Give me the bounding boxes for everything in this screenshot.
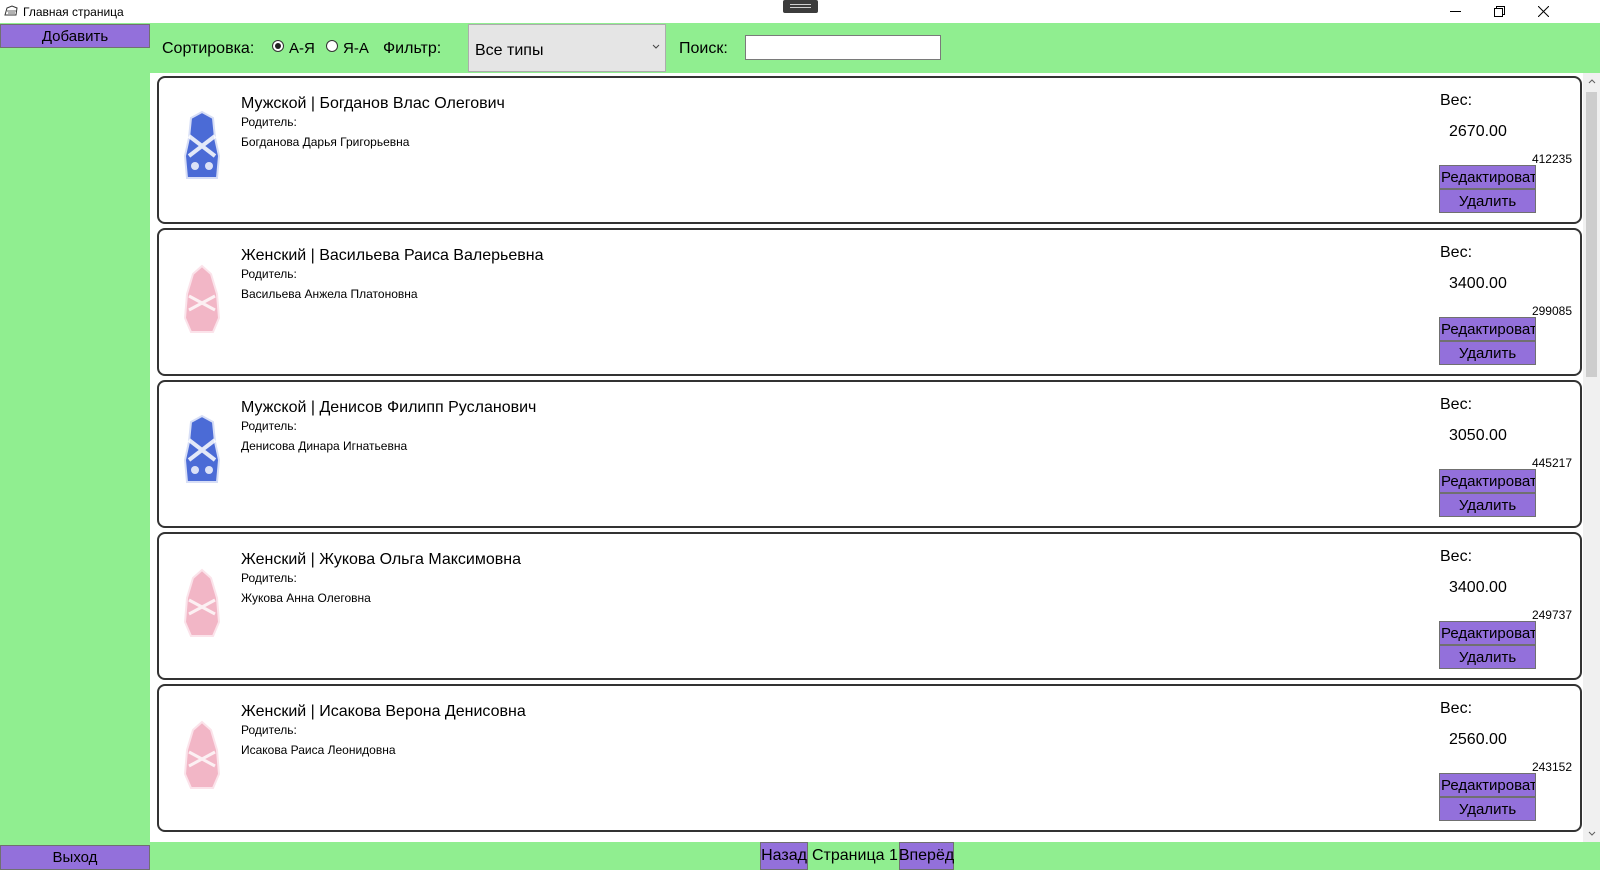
child-photo [183,110,221,179]
weight-value: 3400.00 [1449,275,1507,292]
search-label: Поиск: [679,40,728,57]
list-item: Мужской | Денисов Филипп Русланович Роди… [157,380,1582,528]
edit-button[interactable]: Редактировать [1439,165,1536,189]
back-button[interactable]: Назад [760,842,808,870]
delete-button[interactable]: Удалить [1439,341,1536,365]
filter-select[interactable]: Все типы [468,24,666,72]
minimize-icon [1449,11,1461,12]
edit-button[interactable]: Редактировать [1439,317,1536,341]
list-item: Женский | Жукова Ольга Максимовна Родите… [157,532,1582,680]
parent-label: Родитель: [241,267,297,281]
title-bar: Главная страница [0,0,1600,23]
close-icon [1537,6,1549,17]
child-photo [183,720,221,789]
radio-selected-icon [272,39,284,52]
filter-label: Фильтр: [383,40,442,57]
parent-name: Богданова Дарья Григорьевна [241,135,410,149]
child-name: Женский | Исакова Верона Денисовна [241,703,526,720]
vertical-scrollbar[interactable] [1583,73,1600,842]
parent-name: Исакова Раиса Леонидовна [241,743,396,757]
sort-desc-label: Я-А [343,40,369,57]
sort-label: Сортировка: [162,40,255,57]
app-icon [4,5,18,16]
child-photo [183,568,221,637]
weight-label: Вес: [1440,244,1473,261]
page-indicator: Страница 1 [812,847,898,864]
child-name: Мужской | Денисов Филипп Русланович [241,399,537,416]
list-item: Женский | Исакова Верона Денисовна Родит… [157,684,1582,832]
item-code: 445217 [1531,456,1572,470]
item-code: 412235 [1531,152,1572,166]
weight-label: Вес: [1440,548,1473,565]
photo-shape [183,720,221,789]
parent-label: Родитель: [241,115,297,129]
add-button[interactable]: Добавить [0,24,150,48]
scroll-down-button[interactable] [1583,825,1600,842]
edit-button[interactable]: Редактировать [1439,621,1536,645]
children-list[interactable]: Мужской | Богданов Влас Олегович Родител… [150,73,1600,842]
edit-button[interactable]: Редактировать [1439,469,1536,493]
radio-unselected-icon [326,39,338,52]
weight-label: Вес: [1440,700,1473,717]
restore-icon [1493,6,1505,17]
child-photo [183,414,221,483]
search-input[interactable] [745,35,941,60]
list-item: Мужской | Богданов Влас Олегович Родител… [157,76,1582,224]
child-name: Женский | Жукова Ольга Максимовна [241,551,521,568]
exit-button[interactable]: Выход [0,845,150,870]
chevron-up-icon [1588,79,1595,84]
list-item: Женский | Васильева Раиса Валерьевна Род… [157,228,1582,376]
weight-value: 3050.00 [1449,427,1507,444]
filter-value: Все типы [475,42,544,59]
child-name: Женский | Васильева Раиса Валерьевна [241,247,544,264]
pagination-bar: Назад Страница 1 Вперёд [150,842,1600,870]
weight-label: Вес: [1440,396,1473,413]
scroll-thumb[interactable] [1586,92,1597,377]
child-photo [183,264,221,333]
weight-value: 3400.00 [1449,579,1507,596]
restore-button[interactable] [1476,0,1522,23]
weight-value: 2560.00 [1449,731,1507,748]
sort-asc-radio[interactable]: А-Я [272,39,315,57]
minimize-button[interactable] [1432,0,1478,23]
item-code: 249737 [1531,608,1572,622]
next-button[interactable]: Вперёд [899,842,954,870]
title-grip[interactable] [783,0,818,13]
photo-shape [183,568,221,637]
close-button[interactable] [1520,0,1566,23]
parent-label: Родитель: [241,419,297,433]
weight-label: Вес: [1440,92,1473,109]
delete-button[interactable]: Удалить [1439,797,1536,821]
parent-name: Денисова Динара Игнатьевна [241,439,408,453]
weight-value: 2670.00 [1449,123,1507,140]
sort-asc-label: А-Я [289,40,315,57]
item-code: 243152 [1531,760,1572,774]
sort-desc-radio[interactable]: Я-А [326,39,369,57]
chevron-down-icon [652,44,660,49]
photo-shape [183,264,221,333]
delete-button[interactable]: Удалить [1439,645,1536,669]
edit-button[interactable]: Редактировать [1439,773,1536,797]
child-name: Мужской | Богданов Влас Олегович [241,95,505,112]
scroll-up-button[interactable] [1583,73,1600,90]
parent-name: Васильева Анжела Платоновна [241,287,418,301]
item-code: 299085 [1531,304,1572,318]
parent-label: Родитель: [241,723,297,737]
delete-button[interactable]: Удалить [1439,189,1536,213]
delete-button[interactable]: Удалить [1439,493,1536,517]
sidebar: Добавить Выход [0,23,150,870]
window-title: Главная страница [23,5,124,19]
parent-name: Жукова Анна Олеговна [241,591,371,605]
chevron-down-icon [1588,831,1595,836]
toolbar: Сортировка: А-Я Я-А Фильтр: Все типы Пои… [150,23,1600,73]
parent-label: Родитель: [241,571,297,585]
